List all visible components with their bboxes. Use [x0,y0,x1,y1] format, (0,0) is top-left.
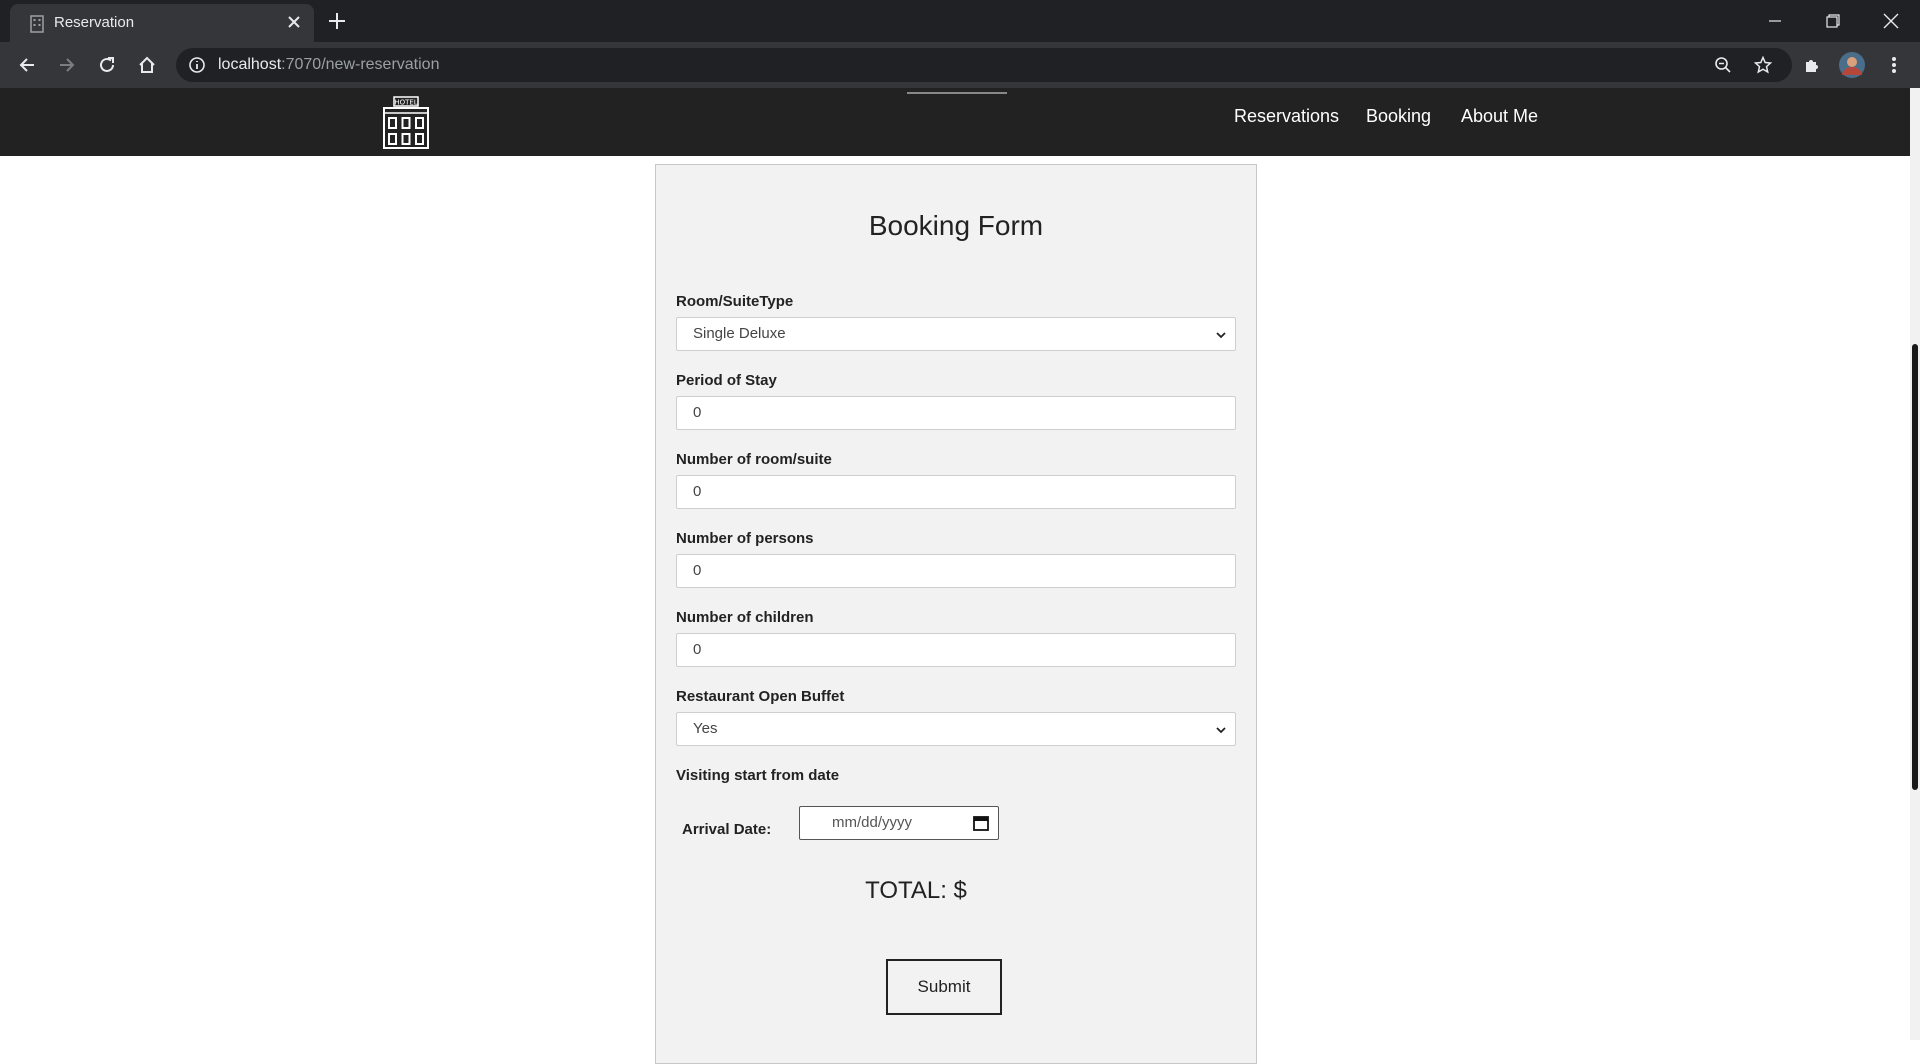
profile-avatar [1839,52,1865,78]
puzzle-extensions-icon [1806,60,1818,72]
room-type-select[interactable]: Single Deluxe [676,317,1236,351]
arrival-date-input[interactable]: mm/dd/yyyy [799,806,999,840]
page-viewport: HOTEL Reservations Booking About Me Book… [0,88,1920,1064]
profile-button[interactable] [1838,51,1866,79]
home-button[interactable] [133,51,161,79]
scrollbar-thumb[interactable] [1912,344,1918,790]
restore-icon [1826,14,1840,28]
arrival-date-placeholder: mm/dd/yyyy [832,814,913,831]
children-label: Number of children [676,609,814,626]
page-scrollbar[interactable] [1910,88,1920,1040]
restore-window-button[interactable] [1810,6,1856,36]
minimize-icon [1769,20,1781,22]
hotel-logo-icon[interactable]: HOTEL [380,96,432,150]
persons-input[interactable]: 0 [676,554,1236,588]
total-price: TOTAL: $ [865,877,967,904]
submit-button[interactable]: Submit [886,959,1002,1015]
room-type-label: Room/SuiteType [676,293,794,310]
reload-icon [100,57,114,72]
hotel-favicon-icon [30,15,44,33]
arrival-date-label: Arrival Date: [682,821,772,838]
period-input[interactable]: 0 [676,396,1236,430]
address-bar[interactable]: localhost:7070/new-reservation [176,48,1792,82]
visiting-label: Visiting start from date [676,767,840,784]
browser-menu-button[interactable] [1880,51,1908,79]
close-tab-icon[interactable] [284,12,304,32]
forward-arrow-icon [60,58,75,72]
more-vertical-icon [1892,57,1896,73]
buffet-value: Yes [693,720,718,737]
booking-form-card: Booking Form Room/SuiteType Single Delux… [655,164,1257,1064]
calendar-icon[interactable] [972,814,990,832]
reload-button[interactable] [93,51,121,79]
extensions-button[interactable] [1798,51,1826,79]
forward-button[interactable] [53,51,81,79]
bookmark-star-icon[interactable] [1754,56,1772,74]
browser-tab[interactable]: Reservation [10,4,314,42]
close-window-icon [1883,13,1899,29]
active-nav-indicator [907,92,1007,94]
room-type-value: Single Deluxe [693,325,786,342]
logo-text: HOTEL [394,99,417,107]
browser-tab-bar: Reservation [0,0,1920,42]
nav-about-me[interactable]: About Me [1461,106,1538,127]
home-icon [139,56,155,73]
back-arrow-icon [19,58,34,72]
chevron-down-icon [1216,727,1226,734]
buffet-select[interactable]: Yes [676,712,1236,746]
site-header: HOTEL Reservations Booking About Me [0,88,1910,156]
persons-label: Number of persons [676,530,814,547]
nav-reservations[interactable]: Reservations [1234,106,1339,127]
zoom-icon[interactable] [1714,56,1732,74]
children-input[interactable]: 0 [676,633,1236,667]
tab-title: Reservation [54,14,135,31]
browser-toolbar: localhost:7070/new-reservation [0,42,1920,88]
nav-booking[interactable]: Booking [1366,106,1431,127]
rooms-input[interactable]: 0 [676,475,1236,509]
rooms-label: Number of room/suite [676,451,832,468]
site-info-icon[interactable] [188,56,206,74]
form-title: Booking Form [868,210,1044,241]
chevron-down-icon [1216,332,1226,339]
buffet-label: Restaurant Open Buffet [676,688,845,705]
back-button[interactable] [13,51,41,79]
period-label: Period of Stay [676,372,777,389]
close-window-button[interactable] [1868,6,1914,36]
minimize-window-button[interactable] [1752,6,1798,36]
url-text[interactable]: localhost:7070/new-reservation [218,56,439,74]
new-tab-icon[interactable] [326,10,348,32]
